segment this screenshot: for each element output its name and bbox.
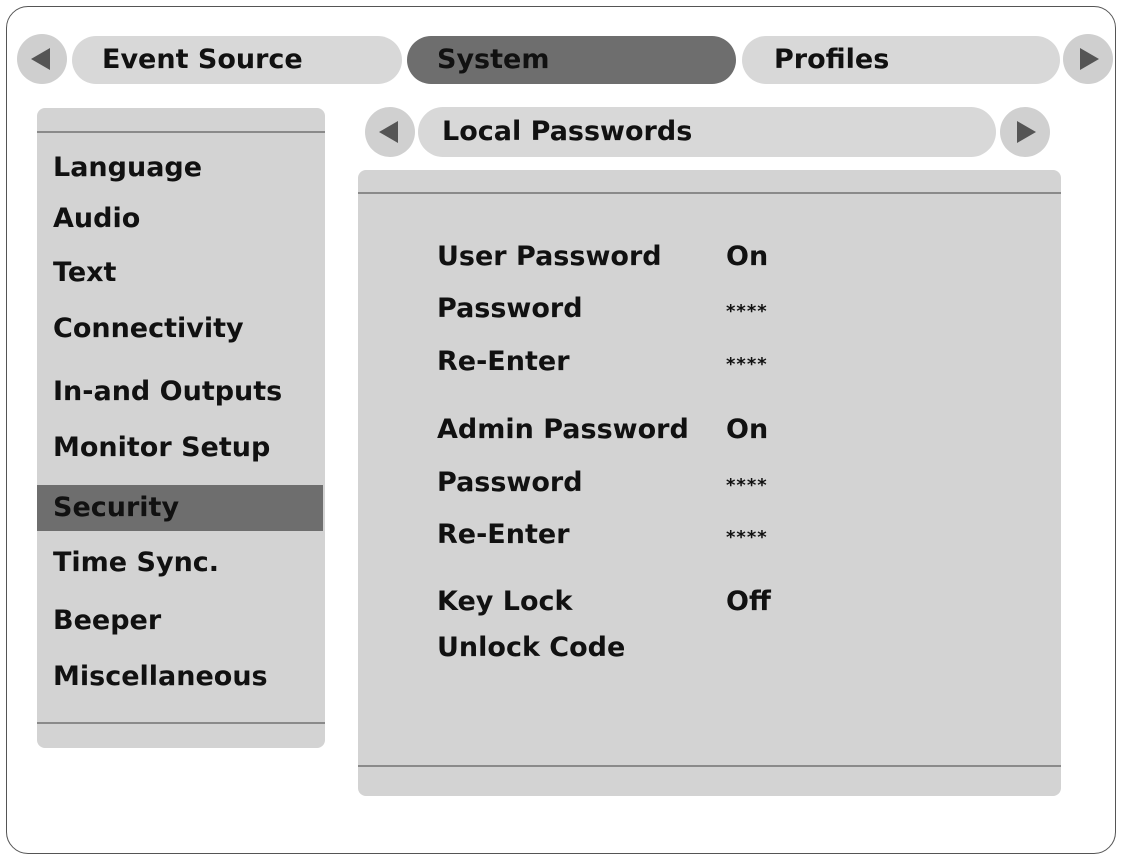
sub-page-title: Local Passwords [418, 107, 996, 157]
sidebar-item-label: Monitor Setup [53, 432, 271, 463]
panel-divider [358, 192, 1061, 194]
admin-password-label[interactable]: Admin Password [437, 412, 689, 448]
admin-reenter-value[interactable]: **** [726, 520, 768, 556]
key-lock-value[interactable]: Off [726, 584, 771, 620]
tab-event-source[interactable]: Event Source [72, 36, 402, 84]
sidebar-item-label: Text [53, 257, 117, 288]
sidebar-item-label: Beeper [53, 605, 162, 636]
tab-label: Event Source [102, 44, 303, 75]
user-password-field-value[interactable]: **** [726, 294, 768, 330]
sidebar-item-text[interactable]: Text [37, 250, 325, 296]
admin-reenter-label[interactable]: Re-Enter [437, 517, 570, 553]
sidebar-item-label: Time Sync. [53, 547, 220, 578]
user-reenter-label[interactable]: Re-Enter [437, 344, 570, 380]
prev-page-button[interactable] [365, 107, 415, 157]
next-page-button[interactable] [1000, 107, 1050, 157]
sidebar-item-in-and-outputs[interactable]: In-and Outputs [37, 369, 325, 415]
settings-panel: User Password On Password **** Re-Enter … [358, 170, 1061, 796]
unlock-code-label[interactable]: Unlock Code [437, 630, 625, 666]
tab-profiles[interactable]: Profiles [742, 36, 1060, 84]
tab-label: Profiles [774, 44, 890, 75]
admin-password-field-label[interactable]: Password [437, 465, 583, 501]
triangle-right-icon [1017, 121, 1036, 143]
triangle-left-icon [379, 121, 398, 143]
sidebar-item-miscellaneous[interactable]: Miscellaneous [37, 654, 325, 700]
sidebar-item-beeper[interactable]: Beeper [37, 598, 325, 644]
sidebar-item-time-sync[interactable]: Time Sync. [37, 540, 325, 586]
sub-page-title-label: Local Passwords [442, 116, 693, 147]
sidebar-divider [37, 131, 325, 133]
user-reenter-value[interactable]: **** [726, 347, 768, 383]
sidebar-item-label: Connectivity [53, 313, 244, 344]
prev-tab-button[interactable] [17, 34, 67, 84]
user-password-label[interactable]: User Password [437, 239, 662, 275]
next-tab-button[interactable] [1063, 34, 1113, 84]
sidebar-item-audio[interactable]: Audio [37, 196, 325, 242]
sidebar-item-label: Audio [53, 203, 141, 234]
admin-password-field-value[interactable]: **** [726, 468, 768, 504]
sidebar-item-label: Security [53, 492, 180, 523]
key-lock-label[interactable]: Key Lock [437, 584, 572, 620]
triangle-left-icon [31, 48, 50, 70]
user-password-value[interactable]: On [726, 239, 768, 275]
sidebar-item-monitor-setup[interactable]: Monitor Setup [37, 425, 325, 471]
sidebar-item-connectivity[interactable]: Connectivity [37, 306, 325, 352]
sidebar-divider [37, 722, 325, 724]
user-password-field-label[interactable]: Password [437, 291, 583, 327]
sidebar-menu: Language Audio Text Connectivity In-and … [37, 108, 325, 748]
tab-system[interactable]: System [407, 36, 736, 84]
admin-password-value[interactable]: On [726, 412, 768, 448]
tab-label: System [437, 44, 550, 75]
sidebar-item-label: Miscellaneous [53, 661, 268, 692]
panel-divider [358, 765, 1061, 767]
sidebar-item-label: In-and Outputs [53, 376, 283, 407]
triangle-right-icon [1080, 48, 1099, 70]
sidebar-item-language[interactable]: Language [37, 145, 325, 191]
sidebar-item-security[interactable]: Security [37, 485, 323, 531]
sidebar-item-label: Language [53, 152, 203, 183]
